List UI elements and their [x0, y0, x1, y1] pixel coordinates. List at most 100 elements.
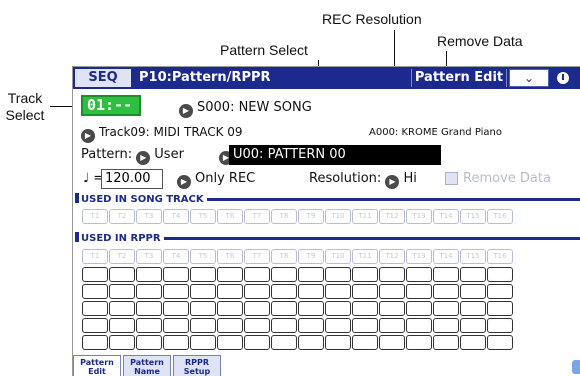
rppr-cell[interactable] [109, 318, 135, 333]
track-cell[interactable]: T1 [82, 249, 108, 264]
arrow-right-icon[interactable]: ▶ [136, 151, 151, 165]
rppr-cell[interactable] [109, 267, 135, 282]
rppr-cell[interactable] [352, 267, 378, 282]
rppr-cell[interactable] [136, 301, 162, 316]
rppr-cell[interactable] [163, 284, 189, 299]
arrow-right-icon[interactable]: ▶ [177, 175, 191, 189]
track-cell[interactable]: T14 [433, 209, 459, 224]
rppr-cell[interactable] [217, 284, 243, 299]
rppr-cell[interactable] [325, 267, 351, 282]
track-select[interactable]: 01:-- [81, 95, 141, 116]
arrow-right-icon[interactable]: ▶ [385, 175, 400, 189]
track-cell[interactable]: T14 [433, 249, 459, 264]
rppr-cell[interactable] [271, 267, 297, 282]
rppr-cell[interactable] [244, 335, 270, 350]
rppr-cell[interactable] [190, 267, 216, 282]
tab-rppr-setup[interactable]: RPPR Setup [173, 355, 221, 376]
rppr-cell[interactable] [136, 267, 162, 282]
track-cell[interactable]: T7 [244, 249, 270, 264]
track-cell[interactable]: T11 [352, 249, 378, 264]
rppr-cell[interactable] [298, 318, 324, 333]
rppr-cell[interactable] [271, 284, 297, 299]
scroll-indicator[interactable] [572, 360, 580, 374]
track-cell[interactable]: T7 [244, 209, 270, 224]
song-select[interactable]: ▶ S000: NEW SONG [179, 99, 312, 118]
rppr-cell[interactable] [325, 335, 351, 350]
mode-label[interactable]: SEQ [75, 69, 131, 87]
rppr-cell[interactable] [190, 318, 216, 333]
remove-data-checkbox[interactable] [445, 172, 458, 185]
rppr-cell[interactable] [298, 267, 324, 282]
rppr-cell[interactable] [271, 335, 297, 350]
rppr-cell[interactable] [136, 318, 162, 333]
rppr-cell[interactable] [460, 318, 486, 333]
track-cell[interactable]: T5 [190, 209, 216, 224]
rppr-cell[interactable] [433, 318, 459, 333]
track-cell[interactable]: T5 [190, 249, 216, 264]
resolution-control[interactable]: Resolution: ▶ Hi [309, 170, 417, 189]
rppr-cell[interactable] [244, 267, 270, 282]
rppr-cell[interactable] [379, 335, 405, 350]
rppr-cell[interactable] [298, 301, 324, 316]
rppr-cell[interactable] [406, 267, 432, 282]
pattern-select[interactable]: U00: PATTERN 00 [229, 145, 441, 165]
rppr-cell[interactable] [352, 284, 378, 299]
rppr-cell[interactable] [82, 335, 108, 350]
rppr-cell[interactable] [379, 267, 405, 282]
rec-mode[interactable]: ▶ Only REC [177, 170, 255, 189]
rppr-cell[interactable] [460, 301, 486, 316]
rppr-cell[interactable] [244, 318, 270, 333]
rppr-cell[interactable] [82, 267, 108, 282]
chevron-down-icon[interactable]: ⌄ [509, 69, 549, 87]
track-cell[interactable]: T12 [379, 209, 405, 224]
rppr-cell[interactable] [109, 335, 135, 350]
rppr-cell[interactable] [190, 284, 216, 299]
rppr-cell[interactable] [217, 318, 243, 333]
track-cell[interactable]: T4 [163, 249, 189, 264]
rppr-cell[interactable] [487, 267, 513, 282]
rppr-cell[interactable] [379, 284, 405, 299]
track-cell[interactable]: T4 [163, 209, 189, 224]
rppr-cell[interactable] [109, 284, 135, 299]
rppr-cell[interactable] [325, 318, 351, 333]
track-cell[interactable]: T9 [298, 249, 324, 264]
track-cell[interactable]: T10 [325, 209, 351, 224]
track-cell[interactable]: T15 [460, 249, 486, 264]
rppr-cell[interactable] [352, 318, 378, 333]
rppr-cell[interactable] [352, 301, 378, 316]
rppr-cell[interactable] [82, 284, 108, 299]
rppr-cell[interactable] [109, 301, 135, 316]
rppr-cell[interactable] [82, 318, 108, 333]
track-cell[interactable]: T8 [271, 209, 297, 224]
pattern-bank[interactable]: User [154, 147, 184, 162]
track-cell[interactable]: T9 [298, 209, 324, 224]
rppr-cell[interactable] [433, 267, 459, 282]
arrow-right-icon[interactable]: ▶ [179, 104, 193, 118]
rppr-cell[interactable] [433, 284, 459, 299]
track-cell[interactable]: T10 [325, 249, 351, 264]
rppr-cell[interactable] [487, 335, 513, 350]
rppr-cell[interactable] [325, 284, 351, 299]
rppr-cell[interactable] [379, 301, 405, 316]
tab-pattern-edit[interactable]: Pattern Edit [73, 355, 121, 376]
rppr-cell[interactable] [136, 284, 162, 299]
track-cell[interactable]: T2 [109, 209, 135, 224]
tempo-field[interactable]: 120.00 [101, 169, 163, 189]
track-cell[interactable]: T12 [379, 249, 405, 264]
track-cell[interactable]: T15 [460, 209, 486, 224]
track-cell[interactable]: T13 [406, 209, 432, 224]
rppr-cell[interactable] [406, 335, 432, 350]
track-cell[interactable]: T2 [109, 249, 135, 264]
rppr-cell[interactable] [271, 301, 297, 316]
track-cell[interactable]: T6 [217, 249, 243, 264]
rppr-cell[interactable] [487, 318, 513, 333]
rppr-cell[interactable] [325, 301, 351, 316]
rppr-cell[interactable] [163, 335, 189, 350]
track-cell[interactable]: T6 [217, 209, 243, 224]
rppr-cell[interactable] [244, 301, 270, 316]
rppr-cell[interactable] [82, 301, 108, 316]
rppr-cell[interactable] [487, 301, 513, 316]
track-cell[interactable]: T16 [487, 249, 513, 264]
rppr-cell[interactable] [379, 318, 405, 333]
rppr-cell[interactable] [244, 284, 270, 299]
